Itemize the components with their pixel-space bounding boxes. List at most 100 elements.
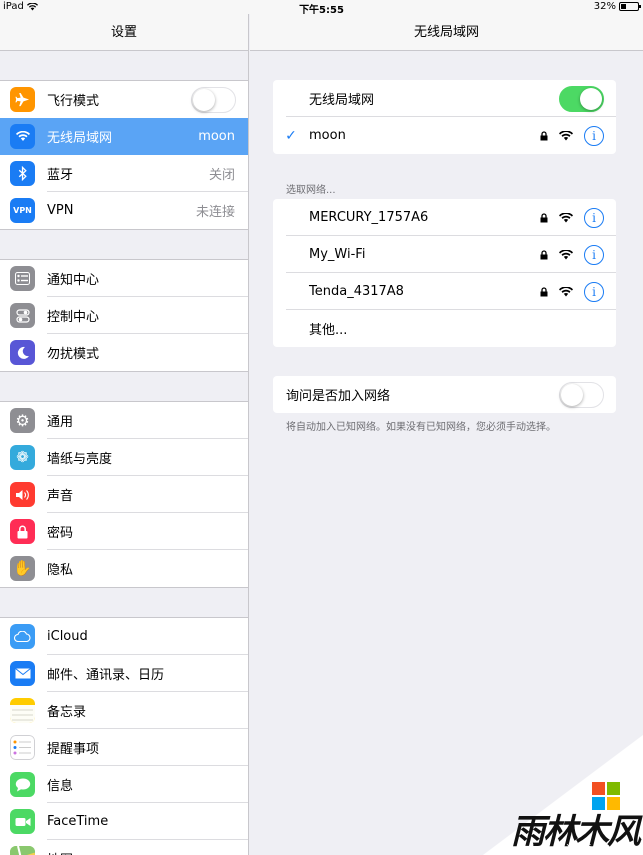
gear-icon: ⚙ (10, 408, 35, 433)
sidebar-item-control-center[interactable]: 控制中心 (0, 297, 248, 334)
speaker-icon (10, 482, 35, 507)
sidebar-item-notes[interactable]: 备忘录 (0, 692, 248, 729)
network-name: My_Wi-Fi (309, 247, 366, 262)
info-icon[interactable]: i (584, 125, 604, 146)
sidebar-item-cloud[interactable]: iCloud (0, 618, 248, 655)
other-network-label: 其他... (309, 323, 348, 338)
flower-icon: ❁ (10, 445, 35, 470)
settings-group: iCloud 邮件、通讯录、日历备忘录提醒事项信息 FaceTime 地图 (0, 617, 248, 855)
settings-group: 通知中心控制中心勿扰模式 (0, 259, 248, 372)
cloud-icon (10, 624, 35, 649)
network-name: MERCURY_1757A6 (309, 210, 429, 225)
sidebar-item-notification-center[interactable]: 通知中心 (0, 260, 248, 297)
reminders-icon (10, 735, 35, 760)
network-name: Tenda_4317A8 (309, 284, 404, 299)
sidebar-item-flower[interactable]: ❁ 墙纸与亮度 (0, 439, 248, 476)
lock-icon (538, 286, 550, 297)
network-list-card: MERCURY_1757A6 i My_Wi-Fi i Tenda_4317A8 i 其他.… (273, 199, 616, 347)
sidebar-item-label: FaceTime (47, 814, 109, 829)
sidebar-item-label: 蓝牙 (47, 168, 74, 183)
sidebar-item-value: 未连接 (195, 205, 235, 220)
connected-network-name: moon (309, 128, 346, 143)
sidebar-item-label: 控制中心 (47, 310, 100, 325)
sidebar-item-value: 关闭 (208, 168, 235, 183)
ask-join-footnote: 将自动加入已知网络。如果没有已知网络，您必须手动选择。 (286, 422, 556, 433)
connected-network-row[interactable]: ✓ moon i (273, 117, 616, 154)
sidebar-item-reminders[interactable]: 提醒事项 (0, 729, 248, 766)
sidebar-item-speaker[interactable]: 声音 (0, 476, 248, 513)
sidebar-item-mail[interactable]: 邮件、通讯录、日历 (0, 655, 248, 692)
sidebar-item-label: 备忘录 (47, 705, 87, 720)
sidebar-item-label: 通知中心 (47, 273, 100, 288)
control-center-icon (10, 303, 35, 328)
sidebar-item-map[interactable]: 地图 (0, 840, 248, 855)
sidebar-item-label: 通用 (47, 415, 74, 430)
wifi-main-card: 无线局域网 ✓ moon i (273, 80, 616, 154)
lock-icon (538, 249, 550, 260)
vpn-icon: VPN (10, 198, 35, 223)
sidebar-item-label: 隐私 (47, 563, 74, 578)
network-row[interactable]: Tenda_4317A8 i (273, 273, 616, 310)
status-bar: iPad 下午5:55 32% (0, 0, 643, 16)
sidebar-item-facetime[interactable]: FaceTime (0, 803, 248, 840)
network-row[interactable]: MERCURY_1757A6 i (273, 199, 616, 236)
sidebar-item-wifi[interactable]: 无线局域网 moon (0, 118, 248, 155)
sidebar-item-label: 飞行模式 (47, 94, 100, 109)
settings-sidebar: 设置 飞行模式 无线局域网 moon 蓝牙 关闭 VPN VPN 未连接 通知中心 控制中心 勿扰模… (0, 14, 249, 855)
sidebar-item-moon[interactable]: 勿扰模式 (0, 334, 248, 371)
wifi-strength-icon (558, 212, 574, 223)
sidebar-item-label: 墙纸与亮度 (47, 452, 113, 467)
detail-title: 无线局域网 (250, 14, 643, 51)
sidebar-item-label: 勿扰模式 (47, 347, 100, 362)
sidebar-item-label: 无线局域网 (47, 131, 113, 146)
ask-join-card: 询问是否加入网络 (273, 376, 616, 413)
info-icon[interactable]: i (584, 281, 604, 302)
notification-center-icon (10, 266, 35, 291)
battery-icon (619, 2, 641, 11)
sidebar-item-hand[interactable]: ✋ 隐私 (0, 550, 248, 587)
other-network-row[interactable]: 其他... (273, 310, 616, 347)
moon-icon (10, 340, 35, 365)
sidebar-item-label: 提醒事项 (47, 742, 100, 757)
wifi-strength-icon (558, 130, 574, 141)
wifi-toggle-row: 无线局域网 (273, 80, 616, 117)
network-row[interactable]: My_Wi-Fi i (273, 236, 616, 273)
sidebar-item-airplane[interactable]: 飞行模式 (0, 81, 248, 118)
notes-icon (10, 698, 35, 723)
ask-join-row: 询问是否加入网络 (273, 376, 616, 413)
wifi-toggle-label: 无线局域网 (309, 93, 375, 108)
facetime-icon (10, 809, 35, 834)
battery-percent: 32% (593, 1, 616, 12)
sidebar-item-gear[interactable]: ⚙ 通用 (0, 402, 248, 439)
wifi-strength-icon (558, 286, 574, 297)
lock-icon (538, 130, 550, 141)
ask-join-label: 询问是否加入网络 (286, 389, 391, 404)
sidebar-item-vpn[interactable]: VPN VPN 未连接 (0, 192, 248, 229)
sidebar-item-messages[interactable]: 信息 (0, 766, 248, 803)
wifi-icon (10, 124, 35, 149)
sidebar-item-label: 信息 (47, 779, 74, 794)
airplane-mode-toggle[interactable] (191, 86, 236, 113)
hand-icon: ✋ (10, 556, 35, 581)
watermark-subtext: YLMF (566, 843, 593, 851)
wifi-strength-icon (558, 249, 574, 260)
wifi-toggle[interactable] (559, 85, 604, 112)
sidebar-item-label: 密码 (47, 526, 74, 541)
info-icon[interactable]: i (584, 207, 604, 228)
messages-icon (10, 772, 35, 797)
sidebar-item-bluetooth[interactable]: 蓝牙 关闭 (0, 155, 248, 192)
wifi-detail-pane: 无线局域网 无线局域网 ✓ moon i 选取网络... MERCURY_175… (250, 14, 643, 855)
sidebar-item-label: 地图 (47, 849, 248, 855)
sidebar-item-label: 声音 (47, 489, 74, 504)
info-icon[interactable]: i (584, 244, 604, 265)
sidebar-item-label: VPN (47, 203, 74, 218)
airplane-icon (10, 87, 35, 112)
settings-group: 飞行模式无线局域网 moon 蓝牙 关闭 VPN VPN 未连接 (0, 80, 248, 230)
sidebar-item-value: moon (198, 129, 235, 144)
bluetooth-icon (10, 161, 35, 186)
ask-join-toggle[interactable] (559, 381, 604, 408)
sidebar-item-lock[interactable]: 密码 (0, 513, 248, 550)
